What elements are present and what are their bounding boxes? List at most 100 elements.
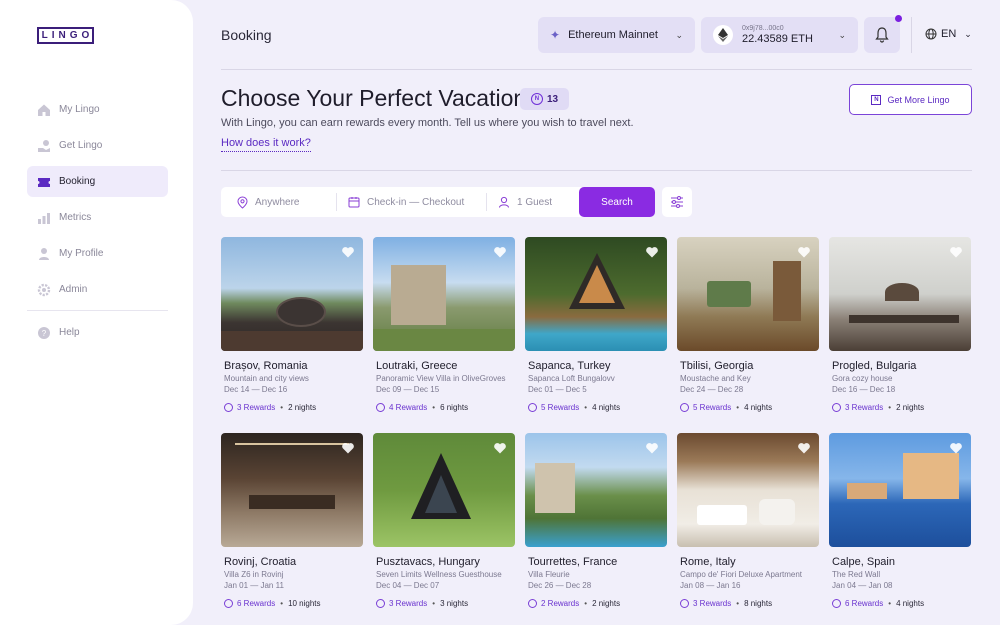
listing-card[interactable]: Pusztavacs, Hungary Seven Limits Wellnes… bbox=[373, 433, 515, 625]
chevron-down-icon: ⌄ bbox=[964, 28, 972, 39]
rewards-count: 13 bbox=[546, 93, 559, 105]
sidebar-item-get-lingo[interactable]: Get Lingo bbox=[27, 130, 168, 161]
listing-rewards: 3 Rewards bbox=[389, 599, 428, 608]
sidebar-item-my-profile[interactable]: My Profile bbox=[27, 238, 168, 269]
listing-card[interactable]: Brașov, Romania Mountain and city views … bbox=[221, 237, 363, 433]
listing-photo bbox=[221, 433, 363, 547]
listing-card[interactable]: Rovinj, Croatia Villa Z6 in Rovinj Jan 0… bbox=[221, 433, 363, 625]
calendar-icon bbox=[348, 197, 360, 208]
sidebar-item-my-lingo[interactable]: My Lingo bbox=[27, 94, 168, 125]
date-range-field[interactable]: Check-in — Checkout bbox=[337, 193, 487, 211]
listing-photo bbox=[829, 237, 971, 351]
a-frame-house bbox=[411, 453, 471, 519]
listing-meta: 3 Rewards • 2 nights bbox=[832, 403, 971, 412]
favorite-heart-icon[interactable] bbox=[797, 441, 811, 455]
sidebar-item-admin[interactable]: Admin bbox=[27, 274, 168, 305]
sidebar-item-label: My Lingo bbox=[59, 104, 100, 115]
listing-meta: 5 Rewards • 4 nights bbox=[528, 403, 667, 412]
sidebar-item-label: Help bbox=[59, 327, 80, 338]
lingo-icon: N bbox=[871, 94, 882, 105]
listing-subtitle: Campo de' Fiori Deluxe Apartment bbox=[680, 570, 803, 579]
listing-card[interactable]: Tbilisi, Georgia Moustache and Key Dec 2… bbox=[677, 237, 819, 433]
wallet-select[interactable]: 0x9j78...00c0 22.43589 ETH ⌄ bbox=[701, 17, 858, 53]
search-button[interactable]: Search bbox=[579, 187, 655, 217]
ethereum-icon: ✦ bbox=[550, 28, 561, 42]
listing-card[interactable]: Progled, Bulgaria Gora cozy house Dec 16… bbox=[829, 237, 971, 433]
listing-title: Progled, Bulgaria bbox=[832, 360, 917, 372]
filter-button[interactable] bbox=[662, 187, 692, 217]
guests-placeholder: 1 Guest bbox=[517, 196, 553, 208]
favorite-heart-icon[interactable] bbox=[493, 245, 507, 259]
favorite-heart-icon[interactable] bbox=[645, 245, 659, 259]
wallet-address: 0x9j78...00c0 bbox=[742, 25, 784, 32]
gear-icon bbox=[37, 283, 51, 297]
listing-card[interactable]: Rome, Italy Campo de' Fiori Deluxe Apart… bbox=[677, 433, 819, 625]
listing-card[interactable]: Tourrettes, France Villa Fleurie Dec 26 … bbox=[525, 433, 667, 625]
hand-coin-icon bbox=[37, 139, 51, 153]
listing-card[interactable]: Loutraki, Greece Panoramic View Villa in… bbox=[373, 237, 515, 433]
listing-meta: 5 Rewards • 4 nights bbox=[680, 403, 819, 412]
language-select[interactable]: EN ⌄ bbox=[925, 28, 972, 40]
favorite-heart-icon[interactable] bbox=[341, 245, 355, 259]
listing-subtitle: Villa Z6 in Rovinj bbox=[224, 570, 284, 579]
sidebar-item-help[interactable]: ? Help bbox=[27, 317, 168, 348]
favorite-heart-icon[interactable] bbox=[949, 245, 963, 259]
listing-rewards: 4 Rewards bbox=[389, 403, 428, 412]
search-bar: Anywhere Check-in — Checkout 1 Guest Sea… bbox=[221, 187, 655, 217]
ethereum-logo-icon bbox=[713, 25, 733, 45]
page-title: Booking bbox=[221, 27, 272, 43]
sidebar-item-metrics[interactable]: Metrics bbox=[27, 202, 168, 233]
listing-title: Sapanca, Turkey bbox=[528, 360, 611, 372]
favorite-heart-icon[interactable] bbox=[493, 441, 507, 455]
listing-meta: 6 Rewards • 10 nights bbox=[224, 599, 363, 608]
listing-title: Rome, Italy bbox=[680, 556, 736, 568]
destination-field[interactable]: Anywhere bbox=[221, 193, 337, 211]
ticket-icon bbox=[37, 175, 51, 189]
listing-dates: Dec 01 — Dec 5 bbox=[528, 385, 587, 394]
listing-photo bbox=[525, 237, 667, 351]
network-select[interactable]: ✦ Ethereum Mainnet ⌄ bbox=[538, 17, 695, 53]
favorite-heart-icon[interactable] bbox=[949, 441, 963, 455]
help-icon: ? bbox=[37, 326, 51, 340]
svg-text:?: ? bbox=[42, 329, 47, 338]
listing-card[interactable]: Calpe, Spain The Red Wall Jan 04 — Jan 0… bbox=[829, 433, 971, 625]
listing-dates: Jan 04 — Jan 08 bbox=[832, 581, 893, 590]
listing-photo bbox=[221, 237, 363, 351]
rewards-icon bbox=[376, 599, 385, 608]
listing-title: Brașov, Romania bbox=[224, 360, 308, 372]
how-it-works-link[interactable]: How does it work? bbox=[221, 137, 311, 152]
listing-card[interactable]: Sapanca, Turkey Sapanca Loft Bungalovv D… bbox=[525, 237, 667, 433]
sidebar-item-booking[interactable]: Booking bbox=[27, 166, 168, 197]
sidebar-item-label: My Profile bbox=[59, 248, 104, 259]
listing-meta: 4 Rewards • 6 nights bbox=[376, 403, 515, 412]
listing-photo bbox=[677, 433, 819, 547]
listing-photo bbox=[677, 237, 819, 351]
notifications-button[interactable] bbox=[864, 15, 902, 53]
guests-field[interactable]: 1 Guest bbox=[487, 193, 579, 211]
lingo-logo[interactable]: LINGO bbox=[37, 27, 94, 44]
favorite-heart-icon[interactable] bbox=[645, 441, 659, 455]
meta-separator: • bbox=[736, 403, 740, 412]
listing-dates: Dec 09 — Dec 15 bbox=[376, 385, 440, 394]
listing-subtitle: Villa Fleurie bbox=[528, 570, 570, 579]
listing-subtitle: Moustache and Key bbox=[680, 374, 751, 383]
listing-nights: 2 nights bbox=[288, 403, 317, 412]
get-more-lingo-button[interactable]: N Get More Lingo bbox=[849, 84, 972, 115]
listing-nights: 2 nights bbox=[896, 403, 925, 412]
sidebar-item-label: Metrics bbox=[59, 212, 92, 223]
rewards-icon bbox=[680, 599, 689, 608]
listing-nights: 10 nights bbox=[288, 599, 321, 608]
listing-nights: 4 nights bbox=[896, 599, 925, 608]
favorite-heart-icon[interactable] bbox=[341, 441, 355, 455]
favorite-heart-icon[interactable] bbox=[797, 245, 811, 259]
meta-separator: • bbox=[432, 403, 436, 412]
listing-title: Tbilisi, Georgia bbox=[680, 360, 754, 372]
sidebar-divider bbox=[27, 310, 168, 311]
listing-title: Tourrettes, France bbox=[528, 556, 618, 568]
sidebar-item-label: Booking bbox=[59, 176, 96, 187]
listing-subtitle: Sapanca Loft Bungalovv bbox=[528, 374, 615, 383]
meta-separator: • bbox=[584, 403, 588, 412]
meta-separator: • bbox=[432, 599, 436, 608]
network-label: Ethereum Mainnet bbox=[568, 29, 658, 41]
destination-placeholder: Anywhere bbox=[255, 196, 300, 208]
